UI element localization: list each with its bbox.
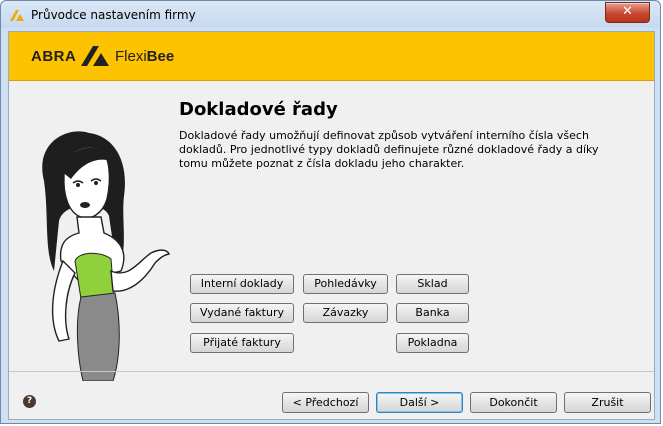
wizard-content: Dokladové řady Dokladové řady umožňují d… <box>9 81 654 381</box>
logo-flexibee-text: FlexiBee <box>115 48 174 65</box>
wizard-client-area: ABRA FlexiBee Dokladové řady Dokladové ř… <box>8 31 655 420</box>
banka-button[interactable]: Banka <box>396 303 469 323</box>
prijate-faktury-button[interactable]: Přijaté faktury <box>190 333 294 353</box>
window-title: Průvodce nastavením firmy <box>31 8 196 22</box>
interni-doklady-button[interactable]: Interní doklady <box>190 274 294 294</box>
title-bar[interactable]: Průvodce nastavením firmy ✕ <box>1 1 660 28</box>
logo-flexi-part: Flexi <box>115 48 147 65</box>
abra-app-icon <box>10 10 24 21</box>
header-banner: ABRA FlexiBee <box>9 32 654 81</box>
footer-separator <box>9 371 654 372</box>
page-description: Dokladové řady umožňují definovat způsob… <box>179 129 599 170</box>
close-button[interactable]: ✕ <box>605 2 650 23</box>
logo-bee-part: Bee <box>146 48 175 65</box>
previous-button[interactable]: < Předchozí <box>282 392 369 413</box>
logo-abra-text: ABRA <box>31 48 77 65</box>
wizard-window: Průvodce nastavením firmy ✕ ABRA FlexiBe… <box>0 0 661 424</box>
logo-mark-icon <box>81 46 109 66</box>
vydane-faktury-button[interactable]: Vydané faktury <box>190 303 294 323</box>
finish-button[interactable]: Dokončit <box>470 392 557 413</box>
help-icon[interactable]: ? <box>23 395 36 408</box>
pokladna-button[interactable]: Pokladna <box>396 333 469 353</box>
sklad-button[interactable]: Sklad <box>396 274 469 294</box>
page-heading: Dokladové řady <box>179 99 338 120</box>
zavazky-button[interactable]: Závazky <box>303 303 388 323</box>
cancel-button[interactable]: Zrušit <box>564 392 651 413</box>
pohledavky-button[interactable]: Pohledávky <box>303 274 388 294</box>
assistant-woman-illustration <box>42 131 170 381</box>
next-button[interactable]: Další > <box>376 392 463 413</box>
